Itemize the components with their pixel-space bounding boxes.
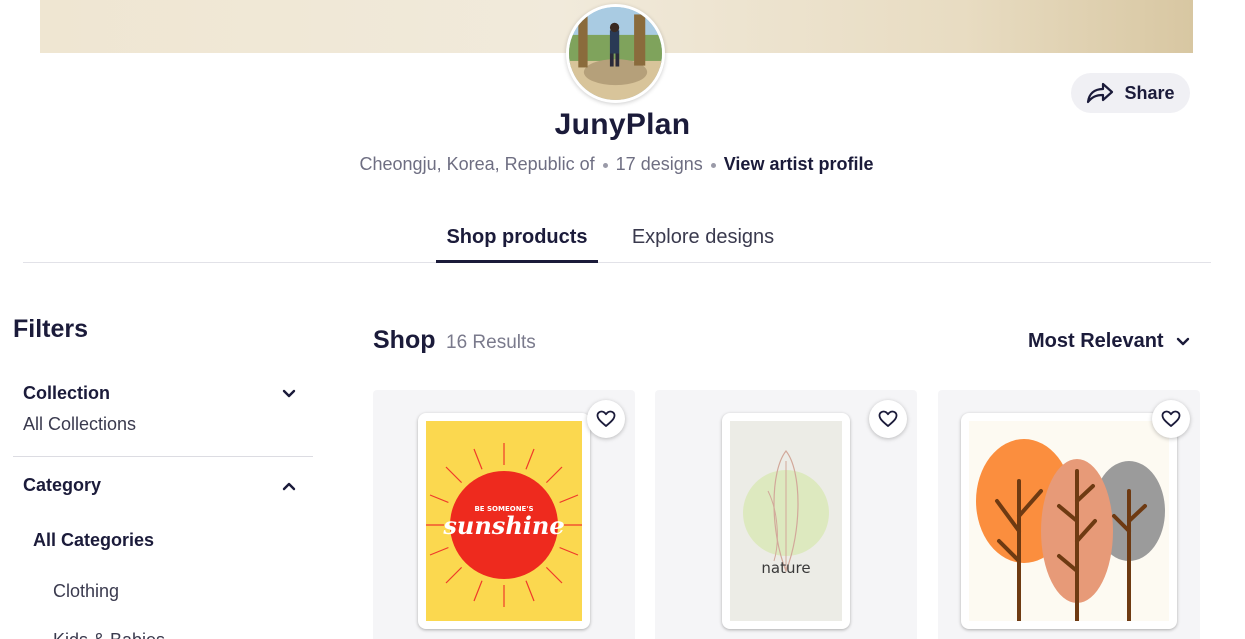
product-card[interactable]: BE SOMEONE'S sunshine — [373, 390, 635, 639]
artist-designs-count: 17 designs — [615, 154, 703, 174]
artist-avatar[interactable] — [566, 4, 665, 103]
filters-title: Filters — [13, 315, 89, 343]
shop-tabs: Shop products Explore designs — [23, 220, 1211, 263]
share-icon — [1087, 82, 1114, 104]
view-artist-profile-link[interactable]: View artist profile — [724, 154, 874, 174]
heart-icon — [1161, 410, 1181, 427]
chevron-up-icon — [282, 482, 296, 490]
chevron-down-icon — [282, 389, 296, 397]
chevron-down-icon — [1176, 337, 1189, 345]
artist-name: JunyPlan — [554, 108, 691, 141]
artist-location: Cheongju, Korea, Republic of — [359, 154, 595, 174]
collection-filter-toggle[interactable]: Collection — [13, 383, 313, 404]
product-image: BE SOMEONE'S sunshine — [418, 413, 590, 629]
separator-dot — [710, 162, 716, 168]
product-image — [961, 413, 1177, 629]
share-label: Share — [1124, 82, 1175, 103]
shop-title: Shop — [373, 326, 436, 354]
category-filter-toggle[interactable]: Category — [13, 475, 313, 496]
tab-explore-designs[interactable]: Explore designs — [613, 220, 793, 263]
product-image: nature — [722, 413, 850, 629]
sticker-main-text: nature — [761, 559, 810, 577]
heart-icon — [878, 410, 898, 427]
product-card[interactable] — [938, 390, 1200, 639]
product-card[interactable]: nature — [655, 390, 917, 639]
favorite-button[interactable] — [1152, 400, 1190, 438]
favorite-button[interactable] — [869, 400, 907, 438]
category-item-all[interactable]: All Categories — [33, 530, 154, 551]
sort-label: Most Relevant — [1028, 330, 1164, 352]
results-count: 16 Results — [446, 332, 536, 353]
category-item-kids-babies[interactable]: Kids & Babies — [53, 630, 165, 639]
collection-filter: Collection All Collections — [13, 383, 313, 435]
collection-filter-value[interactable]: All Collections — [13, 414, 313, 435]
sort-dropdown[interactable]: Most Relevant — [1028, 330, 1190, 353]
filter-divider — [13, 456, 313, 457]
category-filter-title: Category — [23, 475, 102, 495]
tab-shop-products[interactable]: Shop products — [436, 220, 598, 263]
collection-filter-title: Collection — [23, 383, 111, 403]
share-button[interactable]: Share — [1071, 73, 1190, 113]
category-filter: Category — [13, 475, 313, 496]
favorite-button[interactable] — [587, 400, 625, 438]
sticker-main-text: sunshine — [442, 511, 564, 540]
category-item-clothing[interactable]: Clothing — [53, 581, 119, 602]
artist-meta: Cheongju, Korea, Republic of 17 designs Vi… — [0, 154, 1233, 175]
heart-icon — [596, 410, 616, 427]
separator-dot — [602, 162, 608, 168]
